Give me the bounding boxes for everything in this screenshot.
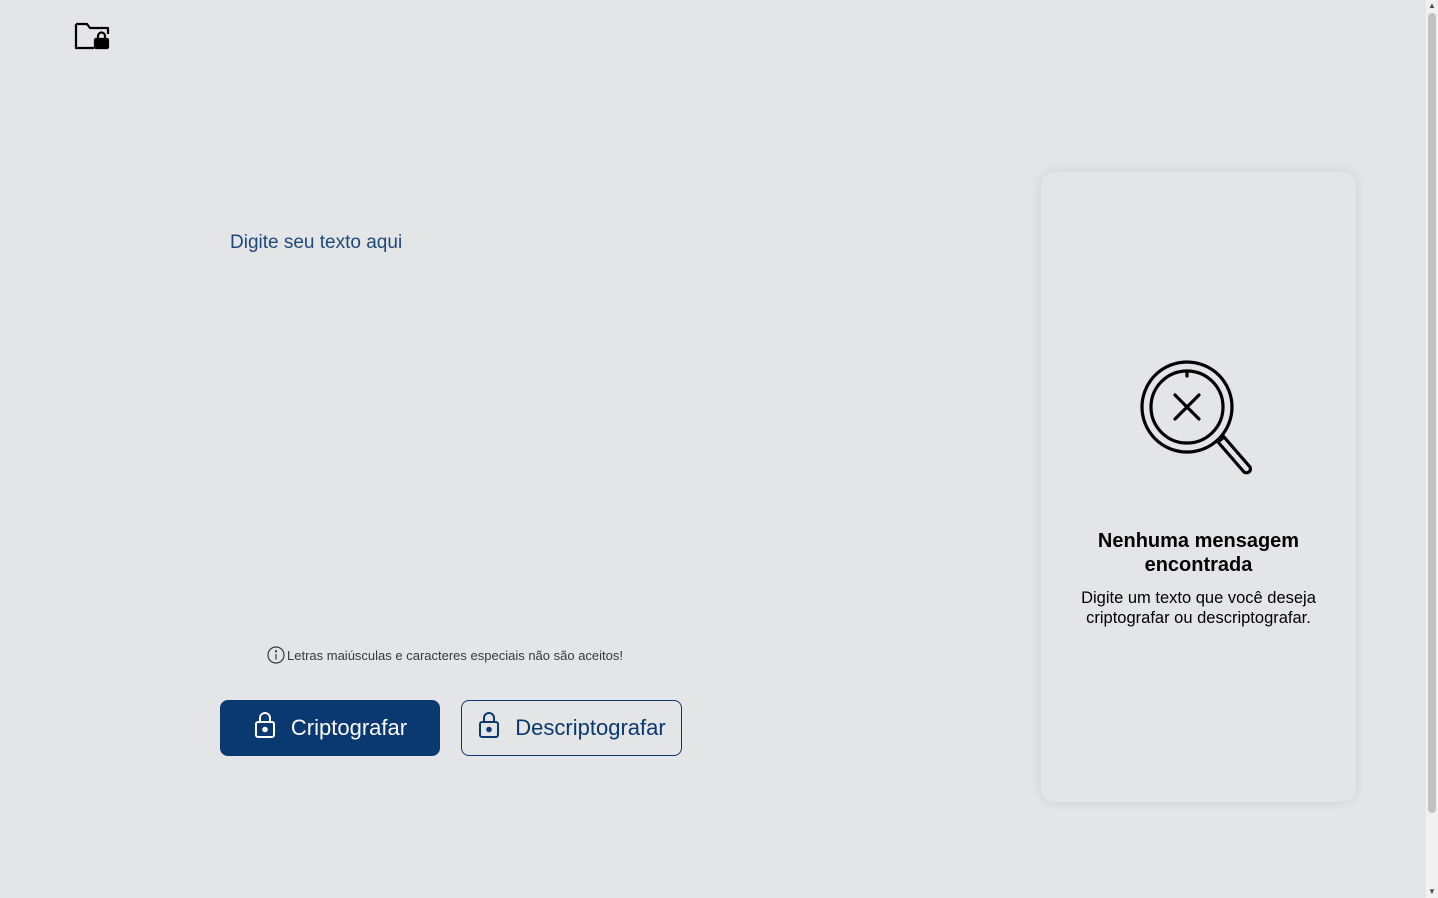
scrollbar-thumb[interactable] [1428, 13, 1436, 813]
output-description: Digite um texto que você deseja criptogr… [1081, 589, 1316, 627]
info-icon [267, 646, 285, 664]
decrypt-button[interactable]: Descriptografar [461, 700, 682, 756]
encrypt-button[interactable]: Criptografar [220, 700, 440, 756]
app-page: Letras maiúsculas e caracteres especiais… [0, 0, 1438, 898]
folder-lock-icon[interactable] [74, 20, 110, 50]
page-scrollbar[interactable]: ▲ ▼ [1426, 0, 1438, 898]
output-title: Nenhuma mensagem encontrada [1097, 530, 1300, 576]
message-input[interactable] [220, 220, 980, 620]
lock-icon [253, 711, 277, 745]
scroll-down-icon[interactable]: ▼ [1426, 886, 1438, 898]
hint-text: Letras maiúsculas e caracteres especiais… [287, 647, 624, 663]
output-panel: Nenhuma mensagem encontrada Digite um te… [1041, 172, 1356, 802]
search-not-found-icon [1140, 360, 1258, 478]
scroll-up-icon[interactable]: ▲ [1426, 0, 1438, 12]
decrypt-button-label: Descriptografar [515, 715, 666, 740]
encrypt-button-label: Criptografar [290, 715, 408, 740]
lock-icon [477, 711, 501, 745]
input-hint: Letras maiúsculas e caracteres especiais… [267, 646, 623, 664]
